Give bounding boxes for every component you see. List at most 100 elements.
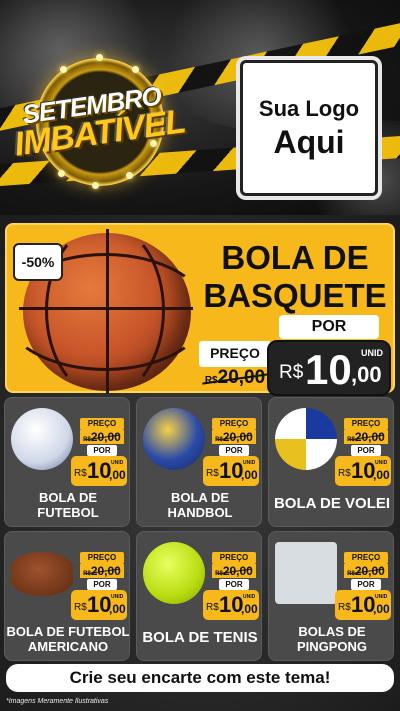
featured-title-line1: BOLA DE [221,239,369,276]
price-decimal: ,00 [241,468,258,482]
price-unit: UNID [375,594,388,600]
price-unit: UNID [361,348,383,358]
price-integer: 10 [351,592,376,617]
product-name-line2: AMERICANO [27,639,109,654]
preco-label: PREÇO [212,552,256,564]
new-price: R$ 10,00 UNID [203,456,259,486]
preco-label: PREÇO [344,418,388,430]
old-price: R$20,00 [344,430,388,444]
setembro-imbativel-badge: SETEMBRO IMBATÍVEL [12,48,187,198]
product-card[interactable]: PREÇOR$20,00POR R$10,00 UNID BOLA DE TENIS [136,531,262,661]
new-price: R$ 10,00 UNID [71,456,127,486]
preco-label: PREÇO [80,418,124,430]
logo-text-line2: Aqui [273,123,345,160]
preco-label: PREÇO [212,418,256,430]
price-currency: R$ [279,362,304,383]
price-unit: UNID [243,594,256,600]
preco-label: PREÇO [344,552,388,564]
product-name: BOLA DE TENIS [137,629,261,646]
old-price: R$20,00 [80,430,124,444]
price-decimal: ,00 [351,362,382,387]
price-unit: UNID [375,460,388,466]
new-price: R$ 10,00 UNID [203,590,259,620]
product-card[interactable]: PREÇOR$20,00POR R$10,00 UNID BOLA DEFUTEBOL [4,397,130,527]
por-label: POR [219,579,249,590]
product-name-line2: FUTEBOL [37,505,99,520]
bulb-icon [126,172,133,179]
featured-title: BOLA DE BASQUETE [197,239,393,315]
price-integer: 10 [219,592,244,617]
new-price: R$ 10 ,00 UNID [267,340,391,396]
por-label: POR [279,315,379,339]
product-name-line2: PINGPONG [296,639,368,654]
discount-badge: -50% [13,243,63,281]
product-name-line1: BOLA DE [38,490,98,505]
featured-product-card[interactable]: -50% BOLA DE BASQUETE PREÇO R$20,00 POR … [3,223,395,398]
bulb-icon [92,182,99,189]
new-price: R$ 10,00 UNID [335,590,391,620]
price-unit: UNID [111,460,124,466]
product-name-line1: BOLA DE VOLEI [273,495,391,512]
product-card[interactable]: PREÇOR$20,00POR R$10,00 UNID BOLA DE FUTEBO… [4,531,130,661]
por-label: POR [351,445,381,456]
product-name: BOLA DE VOLEI [269,495,393,512]
price-integer: 10 [305,346,352,393]
volleyball-icon [275,408,337,470]
product-name: BOLA DE FUTEBOL [5,490,129,520]
por-label: POR [87,579,117,590]
product-name-line2: HANDBOL [167,505,233,520]
price-integer: 10 [87,592,112,617]
soccer-ball-icon [11,408,73,470]
logo-text-line1: Sua Logo [258,95,360,121]
price-unit: UNID [111,594,124,600]
product-name-line1: BOLA DE TENIS [142,629,258,646]
create-flyer-button[interactable]: Crie seu encarte com este tema! [6,664,394,692]
price-currency: R$ [206,468,219,479]
handball-icon [143,408,205,470]
logo-placeholder[interactable]: Sua Logo Aqui [240,60,378,196]
offers-section: -50% BOLA DE BASQUETE PREÇO R$20,00 POR … [0,215,400,711]
product-name: BOLA DE HANDBOL [137,490,261,520]
product-name-line1: BOLA DE FUTEBOL [6,624,130,639]
old-price: R$20,00 [202,367,268,389]
bulb-icon [96,54,103,61]
old-price: R$20,00 [212,430,256,444]
price-currency: R$ [74,468,87,479]
bulb-icon [60,66,67,73]
price-currency: R$ [338,468,351,479]
price-decimal: ,00 [373,602,390,616]
disclaimer: *Imagens Meramente Ilustrativas [6,698,109,705]
new-price: R$ 10,00 UNID [335,456,391,486]
product-name: BOLA DE FUTEBOL AMERICANO [5,624,130,654]
product-card[interactable]: PREÇOR$20,00POR R$10,00 UNID BOLA DE VOLEI [268,397,394,527]
hero-banner: SETEMBRO IMBATÍVEL Sua Logo Aqui [0,0,400,215]
old-price: R$20,00 [212,564,256,578]
price-unit: UNID [243,460,256,466]
featured-title-line2: BASQUETE [203,277,387,314]
product-name-line1: BOLAS DE [298,624,366,639]
preco-label: PREÇO [199,341,271,367]
por-label: POR [219,445,249,456]
tennis-ball-icon [143,542,205,604]
price-integer: 10 [219,458,244,483]
price-decimal: ,00 [241,602,258,616]
price-decimal: ,00 [109,468,126,482]
football-icon [11,552,73,596]
price-currency: R$ [338,602,351,613]
price-decimal: ,00 [109,602,126,616]
pingpong-balls-icon [275,542,337,604]
price-currency: R$ [74,602,87,613]
product-card[interactable]: PREÇOR$20,00POR R$10,00 UNID BOLAS DEPINGPO… [268,531,394,661]
product-name: BOLAS DE PINGPONG [269,624,393,654]
product-card[interactable]: PREÇOR$20,00POR R$10,00 UNID BOLA DEHANDBOL [136,397,262,527]
por-label: POR [351,579,381,590]
product-name-line1: BOLA DE [170,490,230,505]
por-label: POR [87,445,117,456]
old-price: R$20,00 [80,564,124,578]
old-price: R$20,00 [344,564,388,578]
price-integer: 10 [87,458,112,483]
preco-label: PREÇO [80,552,124,564]
price-integer: 10 [351,458,376,483]
new-price: R$ 10,00 UNID [71,590,127,620]
bulb-icon [132,66,139,73]
